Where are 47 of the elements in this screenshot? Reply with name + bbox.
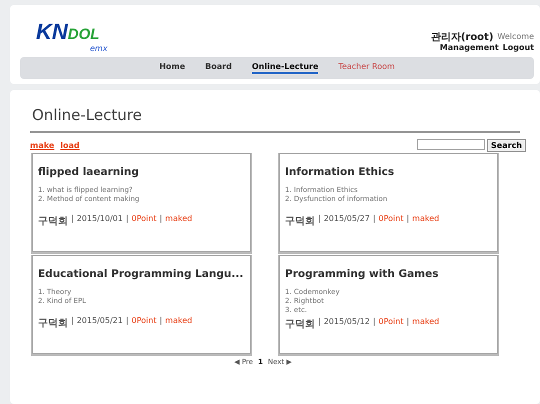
points-text: 0Point (132, 214, 156, 225)
search-button[interactable]: Search (487, 139, 526, 152)
separator: | (71, 214, 74, 225)
points-text: 0Point (378, 214, 404, 225)
author-name: 구덕회 (285, 318, 315, 331)
user-name: 관리자(root) (430, 32, 494, 43)
author-name: 구덕회 (285, 215, 315, 228)
lecture-title: Educational Programming Langu... (38, 268, 244, 280)
author-name: 구덕회 (38, 215, 68, 228)
separator: | (372, 214, 376, 225)
header-link[interactable]: Management (440, 43, 499, 53)
separator: | (318, 214, 321, 225)
separator: | (372, 317, 376, 328)
page-title: Online-Lecture (31, 106, 143, 124)
author-name: 구덕회 (38, 317, 68, 330)
lecture-date: 2015/05/12 (324, 317, 370, 328)
status-text: maked (412, 317, 440, 328)
points-text: 0Point (132, 316, 156, 327)
separator: | (406, 214, 410, 225)
separator: | (126, 214, 129, 225)
lecture-title: flipped laearning (38, 166, 140, 178)
separator: | (318, 317, 321, 328)
status-text: maked (165, 316, 192, 327)
header-link[interactable]: Logout (502, 43, 534, 53)
points-text: 0Point (378, 317, 404, 328)
lecture-date: 2015/10/01 (76, 214, 123, 225)
separator: | (159, 316, 162, 327)
nav-tab[interactable]: Board (205, 62, 232, 74)
separator: | (159, 214, 162, 225)
logo-text: DOL (68, 26, 100, 43)
separator: | (406, 317, 410, 328)
separator: | (71, 316, 74, 327)
action-link[interactable]: make (30, 141, 54, 150)
status-text: maked (165, 214, 192, 225)
status-text: maked (412, 214, 440, 225)
welcome-text: Welcome (497, 32, 534, 43)
logo-subtitle: emx (90, 45, 108, 53)
search-field[interactable] (417, 139, 486, 150)
lecture-date: 2015/05/21 (76, 316, 123, 327)
lecture-date: 2015/05/27 (324, 214, 370, 225)
separator: | (126, 316, 129, 327)
lecture-title: Programming with Games (285, 268, 440, 280)
nav-tab[interactable]: Online-Lecture (252, 62, 318, 74)
lecture-title: Information Ethics (285, 166, 396, 178)
nav-tab[interactable]: Home (159, 62, 186, 74)
logo-text: KN (36, 19, 68, 45)
action-link[interactable]: load (60, 141, 80, 150)
